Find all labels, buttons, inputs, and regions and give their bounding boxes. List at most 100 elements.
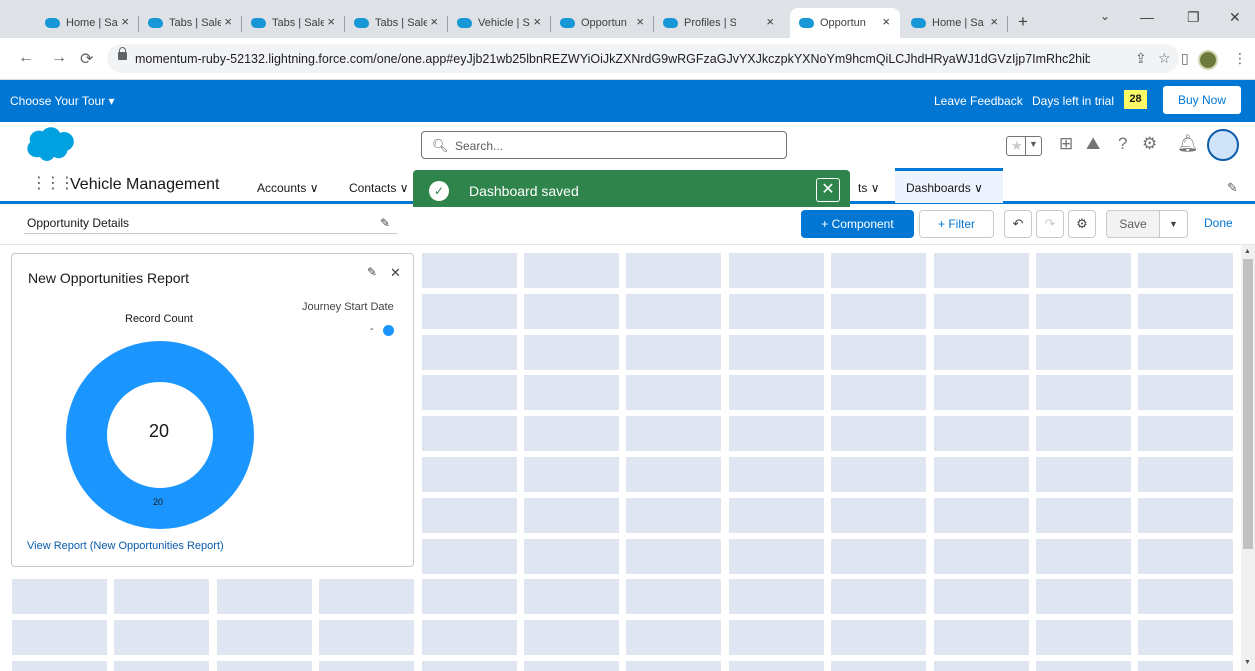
- close-icon[interactable]: ×: [327, 14, 335, 29]
- close-icon[interactable]: ×: [766, 14, 774, 29]
- nav-item-reports[interactable]: ts ∨: [858, 181, 879, 195]
- view-report-link[interactable]: View Report (New Opportunities Report): [27, 540, 224, 552]
- edit-nav-pencil-icon[interactable]: ✎: [1227, 180, 1238, 196]
- toast-close-button[interactable]: ✕: [816, 178, 840, 202]
- layout-grid-cell: [728, 416, 824, 452]
- address-bar[interactable]: momentum-ruby-52132.lightning.force.com/…: [107, 44, 1179, 73]
- nav-item-contacts[interactable]: Contacts ∨: [349, 181, 409, 195]
- back-icon[interactable]: ←: [18, 49, 34, 67]
- undo-icon[interactable]: ↶: [1004, 210, 1032, 238]
- bookmark-star-icon[interactable]: ☆: [1158, 50, 1171, 67]
- side-panel-icon[interactable]: ▯: [1181, 50, 1189, 67]
- dashboard-widget[interactable]: New Opportunities Report ✎ ✕ Journey Sta…: [11, 253, 414, 567]
- properties-gear-icon[interactable]: ⚙: [1068, 210, 1096, 238]
- save-options-dropdown[interactable]: ▼: [1160, 210, 1188, 238]
- app-launcher-icon[interactable]: ⋮⋮⋮: [31, 173, 75, 193]
- layout-grid-cell: [1138, 253, 1234, 288]
- browser-toolbar: ← → ⟳ momentum-ruby-52132.lightning.forc…: [0, 38, 1255, 80]
- reload-icon[interactable]: ⟳: [80, 49, 93, 69]
- tab-search-icon[interactable]: ⌄: [1100, 9, 1110, 23]
- layout-grid-cell: [831, 293, 927, 329]
- forward-icon[interactable]: →: [51, 49, 67, 67]
- window-close-icon[interactable]: ✕: [1229, 9, 1241, 26]
- edit-name-pencil-icon[interactable]: ✎: [380, 216, 390, 230]
- redo-icon[interactable]: ↷: [1036, 210, 1064, 238]
- remove-widget-close-icon[interactable]: ✕: [390, 265, 401, 281]
- browser-tab[interactable]: Home | Sa ×: [902, 8, 1008, 38]
- browser-tab[interactable]: Home | Sa ×: [36, 8, 139, 38]
- browser-tab[interactable]: Vehicle | S ×: [448, 8, 551, 38]
- new-tab-icon[interactable]: +: [1018, 12, 1028, 32]
- vertical-scrollbar[interactable]: ▲ ▼: [1241, 245, 1255, 671]
- layout-grid-cell: [831, 497, 927, 533]
- minimize-icon[interactable]: —: [1140, 9, 1154, 25]
- close-icon[interactable]: ×: [121, 14, 129, 29]
- browser-tab-label: Home | Sa: [932, 17, 984, 29]
- close-icon[interactable]: ×: [636, 14, 644, 29]
- add-component-button[interactable]: + Component: [801, 210, 914, 238]
- close-icon[interactable]: ×: [430, 14, 438, 29]
- salesforce-favicon-icon: [799, 18, 814, 28]
- help-icon[interactable]: ?: [1118, 134, 1127, 154]
- layout-grid-cell: [421, 497, 517, 533]
- app-name: Vehicle Management: [70, 176, 220, 193]
- choose-tour-menu[interactable]: Choose Your Tour ▾: [10, 94, 115, 108]
- global-search-input[interactable]: 🔍︎ Search...: [421, 131, 787, 159]
- browser-tab-active[interactable]: Opportun ×: [790, 8, 900, 38]
- chevron-down-icon[interactable]: ∨: [871, 181, 880, 195]
- buy-now-button[interactable]: Buy Now: [1163, 86, 1241, 114]
- salesforce-logo[interactable]: [22, 126, 74, 162]
- restore-icon[interactable]: ❐: [1187, 9, 1200, 26]
- user-avatar[interactable]: [1207, 129, 1239, 161]
- salesforce-favicon-icon: [911, 18, 926, 28]
- favorites-button[interactable]: ★ ▼: [1006, 136, 1042, 156]
- close-icon[interactable]: ×: [533, 14, 541, 29]
- layout-grid-cell: [728, 334, 824, 370]
- nav-item-accounts[interactable]: Accounts ∨: [257, 181, 319, 195]
- scroll-down-icon[interactable]: ▼: [1244, 659, 1251, 666]
- chevron-down-icon[interactable]: ∨: [974, 181, 983, 195]
- notifications-bell-icon[interactable]: 🔔︎: [1177, 134, 1199, 154]
- layout-grid-cell: [421, 416, 517, 452]
- scrollbar-thumb[interactable]: [1243, 259, 1253, 549]
- leave-feedback-link[interactable]: Leave Feedback: [934, 94, 1023, 108]
- url-text[interactable]: momentum-ruby-52132.lightning.force.com/…: [135, 52, 1090, 66]
- nav-item-dashboards-label[interactable]: Dashboards ∨: [906, 181, 983, 195]
- browser-tab[interactable]: Tabs | Sale ×: [345, 8, 448, 38]
- layout-grid-cell: [933, 579, 1029, 615]
- add-filter-button[interactable]: + Filter: [919, 210, 994, 238]
- close-icon[interactable]: ×: [990, 14, 998, 29]
- browser-profile-avatar[interactable]: [1198, 50, 1218, 70]
- global-actions-plus-icon[interactable]: ⊞: [1059, 134, 1073, 154]
- layout-grid-cell: [831, 457, 927, 492]
- layout-grid-cell: [421, 661, 517, 671]
- browser-tab[interactable]: Tabs | Sale ×: [139, 8, 242, 38]
- trailhead-guidance-icon[interactable]: ⛰: [1086, 134, 1100, 154]
- layout-grid-cell: [626, 620, 722, 656]
- browser-menu-icon[interactable]: ⋮: [1233, 50, 1247, 67]
- browser-tab[interactable]: Profiles | S ×: [654, 8, 784, 38]
- done-button[interactable]: Done: [1204, 216, 1233, 230]
- chevron-down-icon[interactable]: ∨: [400, 181, 409, 195]
- scroll-up-icon[interactable]: ▲: [1244, 248, 1251, 255]
- star-icon: ★: [1011, 138, 1023, 153]
- layout-grid-cell: [1138, 416, 1234, 452]
- layout-grid-cell: [524, 416, 619, 452]
- browser-tab[interactable]: Tabs | Sale ×: [242, 8, 345, 38]
- layout-grid-cell: [114, 661, 210, 671]
- layout-grid-cell: [933, 334, 1029, 370]
- setup-gear-icon[interactable]: ⚙: [1142, 134, 1157, 154]
- salesforce-favicon-icon: [560, 18, 575, 28]
- browser-tab-label: Home | Sa: [66, 17, 118, 29]
- save-button[interactable]: Save: [1106, 210, 1160, 238]
- edit-widget-pencil-icon[interactable]: ✎: [367, 265, 377, 279]
- chevron-down-icon[interactable]: ∨: [310, 181, 319, 195]
- share-icon[interactable]: ⇪: [1135, 50, 1147, 67]
- trial-days-badge: 28: [1124, 90, 1147, 109]
- browser-tab[interactable]: Opportun ×: [551, 8, 654, 38]
- dashboard-name-field[interactable]: Opportunity Details: [27, 216, 129, 230]
- chevron-down-icon: ▼: [1029, 139, 1038, 149]
- close-icon[interactable]: ×: [882, 14, 890, 29]
- close-icon[interactable]: ×: [224, 14, 232, 29]
- layout-grid-cell: [728, 253, 824, 288]
